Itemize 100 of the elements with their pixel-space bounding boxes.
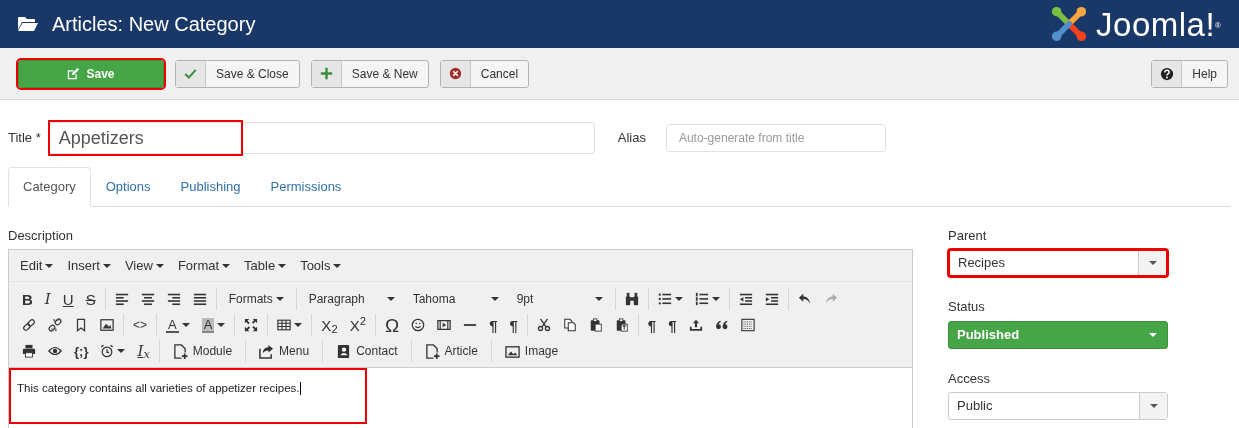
template-icon[interactable]	[740, 318, 755, 332]
strikethrough-button[interactable]: S	[85, 291, 96, 307]
folder-icon	[18, 16, 38, 32]
fullscreen-icon[interactable]	[244, 318, 259, 332]
description-text: This category contains all varieties of appetizer recipes.	[17, 382, 300, 394]
table-icon[interactable]	[277, 318, 292, 332]
media-icon[interactable]	[437, 318, 452, 332]
caret-icon[interactable]	[217, 323, 226, 327]
numbered-list-icon[interactable]	[694, 292, 709, 306]
menubar-item[interactable]: Tools	[293, 251, 349, 280]
caret-icon	[1148, 261, 1157, 265]
code-sample-button[interactable]: {;}	[74, 344, 89, 358]
dropdown-select[interactable]: Paragraph	[305, 290, 398, 308]
image-icon[interactable]	[100, 318, 114, 332]
caret-icon[interactable]	[674, 297, 683, 301]
script-button[interactable]: X$^{2}$	[349, 317, 366, 333]
paragraph-mark-button[interactable]: ¶	[509, 317, 518, 333]
dropdown-select[interactable]: Tahoma	[409, 290, 502, 308]
dropdown-select[interactable]: 9pt	[513, 290, 606, 308]
logo-text: Joomla!	[1096, 7, 1216, 41]
share-icon	[259, 343, 275, 359]
eye-icon[interactable]	[48, 344, 62, 358]
save-close-button[interactable]: Save & Close	[175, 59, 300, 88]
text-cursor	[299, 382, 301, 396]
undo-icon[interactable]	[797, 292, 812, 306]
indent-icon[interactable]	[764, 292, 779, 306]
page-plus-icon	[172, 343, 188, 359]
editor-insert-button[interactable]: Contact	[332, 342, 402, 360]
align-right-icon[interactable]	[166, 292, 181, 306]
contact-book-icon	[336, 343, 352, 359]
align-left-icon[interactable]	[114, 292, 129, 306]
highlight-color-button[interactable]: A	[201, 317, 215, 333]
cancel-button[interactable]: Cancel	[439, 59, 530, 88]
menubar-item[interactable]: View	[117, 251, 171, 280]
printer-icon[interactable]	[22, 344, 36, 358]
menubar-item[interactable]: Edit	[13, 251, 61, 280]
unlink-icon[interactable]	[48, 318, 62, 332]
outdent-icon[interactable]	[738, 292, 753, 306]
underline-button[interactable]: U	[62, 291, 74, 307]
title-field[interactable]: Appetizers	[48, 122, 595, 154]
align-center-icon[interactable]	[140, 292, 155, 306]
caret-icon[interactable]	[711, 297, 720, 301]
binoculars-icon[interactable]	[624, 292, 639, 306]
caret-icon	[490, 297, 499, 301]
editor-insert-button[interactable]: Menu	[255, 342, 314, 360]
clear-formatting-button[interactable]: I$_{x}$	[137, 343, 150, 359]
paragraph-mark-button[interactable]: ¶	[668, 317, 677, 333]
check-icon	[184, 67, 197, 80]
text-color-button[interactable]: A	[166, 317, 179, 333]
bold-button[interactable]: B	[22, 291, 33, 307]
paste-text-icon[interactable]	[614, 318, 629, 332]
menubar-item[interactable]: Format	[170, 251, 238, 280]
paragraph-mark-button[interactable]: ¶	[647, 317, 657, 333]
tab[interactable]: Publishing	[165, 167, 256, 207]
caret-icon	[278, 263, 287, 268]
bullet-list-icon[interactable]	[657, 292, 672, 306]
bookmark-icon[interactable]	[74, 318, 88, 332]
caret-icon	[102, 263, 111, 268]
upload-icon[interactable]	[688, 318, 703, 332]
editor-insert-button[interactable]: Module	[168, 342, 237, 360]
caret-icon[interactable]	[117, 349, 126, 353]
field-label: Parent	[948, 226, 988, 245]
italic-button[interactable]: I	[44, 291, 51, 307]
alias-field[interactable]: Auto-generate from title	[665, 124, 886, 152]
special-character-button[interactable]: Ω	[384, 315, 400, 335]
emoji-icon[interactable]	[411, 318, 426, 332]
page-plus-icon	[424, 343, 440, 359]
tab[interactable]: Options	[90, 167, 166, 207]
parent-select[interactable]: Recipes	[948, 249, 1168, 277]
script-button[interactable]: X$_{2}$	[321, 317, 338, 333]
dropdown-button[interactable]: Formats	[225, 290, 287, 308]
caret-icon	[386, 297, 395, 301]
copy-icon[interactable]	[562, 318, 577, 332]
editor-insert-button[interactable]: Image	[500, 342, 563, 360]
paragraph-mark-button[interactable]: ¶	[489, 317, 498, 333]
logo-icon	[1050, 5, 1089, 43]
quote-icon[interactable]	[714, 318, 729, 332]
justify-icon[interactable]	[192, 292, 207, 306]
page-title: Articles: New Category	[52, 12, 256, 37]
alias-label: Alias	[617, 129, 646, 148]
tab[interactable]: Category	[8, 167, 91, 207]
caret-icon[interactable]	[294, 323, 303, 327]
paste-icon[interactable]	[588, 318, 603, 332]
caret-icon[interactable]	[181, 323, 190, 327]
editor-insert-button[interactable]: Article	[420, 342, 482, 360]
caret-icon	[45, 263, 54, 268]
caret-icon	[594, 297, 603, 301]
field-label: Access	[948, 369, 991, 388]
tab[interactable]: Permissions	[255, 167, 357, 207]
menubar-item[interactable]: Table	[237, 251, 294, 280]
link-icon[interactable]	[22, 318, 36, 332]
help-icon	[1159, 66, 1174, 81]
menubar-item[interactable]: Insert	[60, 251, 118, 280]
source-code-button[interactable]: <>	[133, 319, 147, 331]
access-select[interactable]: Public	[948, 392, 1168, 420]
help-button[interactable]: Help	[1151, 59, 1228, 88]
scissors-icon[interactable]	[536, 318, 551, 332]
cancel-icon	[448, 67, 462, 80]
save-new-button[interactable]: Save & New	[310, 59, 429, 88]
alarm-clock-icon[interactable]	[100, 344, 115, 358]
